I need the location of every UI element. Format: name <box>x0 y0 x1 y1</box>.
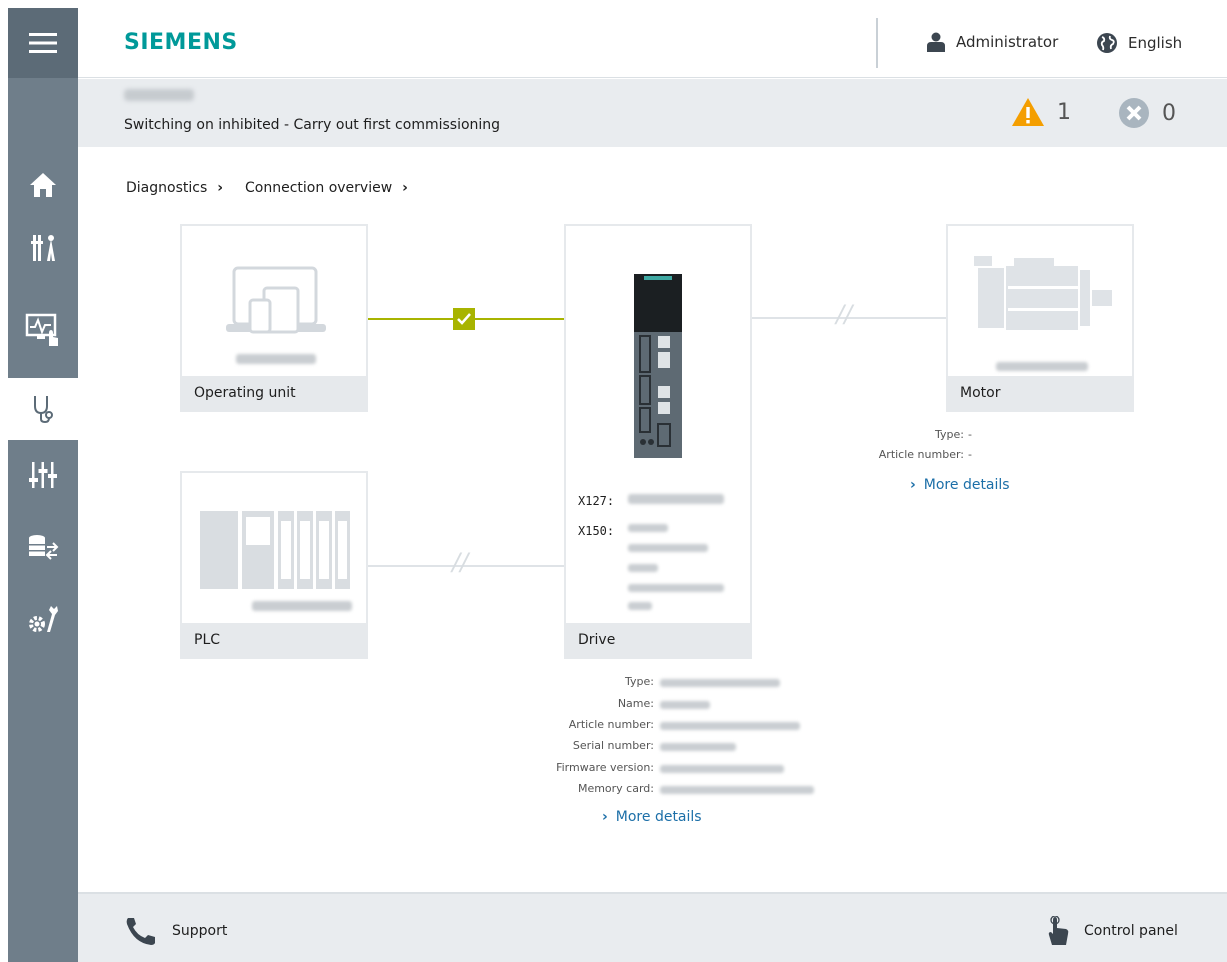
devices-icon <box>226 266 326 334</box>
motor-icon <box>974 256 1112 330</box>
x150-line-redacted <box>628 544 708 552</box>
drive-serial-label: Serial number: <box>572 739 654 752</box>
drive-serial-redacted <box>660 743 736 751</box>
x127-label: X127: <box>578 494 615 508</box>
disconnected-icon: // <box>452 548 469 576</box>
header-divider <box>876 18 878 68</box>
x150-line-redacted <box>628 564 658 572</box>
motor-name-redacted <box>996 362 1088 371</box>
plc-label: PLC <box>182 623 366 657</box>
x150-line-redacted <box>628 584 724 592</box>
plc-card[interactable]: PLC <box>180 471 368 659</box>
x150-label: X150: <box>578 524 615 538</box>
phone-icon <box>126 918 155 945</box>
chevron-right-icon: › <box>402 180 408 196</box>
sidebar-item-diagnostics[interactable] <box>8 378 78 440</box>
motor-label: Motor <box>948 376 1132 410</box>
device-name-redacted <box>124 89 194 101</box>
sidebar-item-commissioning[interactable] <box>8 217 78 279</box>
connected-check-icon <box>453 308 475 330</box>
breadcrumb: Diagnostics › Connection overview › <box>126 180 420 196</box>
drive-memory-card-label: Memory card: <box>577 782 654 795</box>
operating-unit-card[interactable]: Operating unit <box>180 224 368 412</box>
disconnected-icon: // <box>836 300 853 328</box>
user-name: Administrator <box>956 33 1059 51</box>
sidebar-item-backup[interactable] <box>8 516 78 578</box>
drive-memory-card-redacted <box>660 786 814 794</box>
drive-article-label: Article number: <box>568 718 654 731</box>
motor-card[interactable]: Motor <box>946 224 1134 412</box>
language-label: English <box>1128 34 1183 52</box>
motor-article-label: Article number: <box>878 448 964 461</box>
backup-icon <box>29 535 59 560</box>
breadcrumb-diagnostics[interactable]: Diagnostics <box>126 180 207 196</box>
drive-type-redacted <box>660 679 780 687</box>
monitor-icon <box>25 313 58 346</box>
motor-type-value: - <box>968 428 972 441</box>
warning-count: 1 <box>1057 99 1071 125</box>
x150-line-redacted <box>628 602 652 610</box>
drive-label: Drive <box>566 623 750 657</box>
x127-address-redacted <box>628 494 724 504</box>
siemens-logo: SIEMENS <box>124 30 238 55</box>
chevron-right-icon: › <box>217 180 224 196</box>
control-panel-button[interactable]: Control panel <box>1044 916 1178 946</box>
status-bar: Switching on inhibited - Carry out first… <box>78 79 1227 147</box>
control-panel-label: Control panel <box>1084 923 1178 939</box>
header: SIEMENS Administrator English <box>78 8 1227 78</box>
parameters-icon <box>29 462 57 488</box>
x150-line-redacted <box>628 524 668 532</box>
drive-name-redacted <box>660 701 710 709</box>
sidebar-item-system[interactable] <box>8 588 78 650</box>
status-message: Switching on inhibited - Carry out first… <box>124 117 501 133</box>
user-icon <box>927 32 945 52</box>
motor-more-details-link[interactable]: › More details <box>910 477 1010 493</box>
user-menu[interactable]: Administrator <box>926 32 1058 52</box>
drive-more-details-link[interactable]: › More details <box>602 809 702 825</box>
drive-type-label: Type: <box>625 675 654 688</box>
error-count: 0 <box>1162 100 1176 126</box>
operating-unit-label: Operating unit <box>182 376 366 410</box>
home-icon <box>30 173 56 197</box>
sidebar-item-home[interactable] <box>8 154 78 216</box>
hand-pointer-icon <box>1048 916 1069 945</box>
sidebar-item-parameters[interactable] <box>8 444 78 506</box>
drive-name-label: Name: <box>617 697 654 710</box>
plc-name-redacted <box>252 601 352 611</box>
more-details-label: More details <box>923 477 1010 493</box>
drive-card[interactable]: X127: X150: Drive <box>564 224 752 659</box>
sidebar-item-monitor[interactable] <box>8 299 78 361</box>
tools-icon <box>31 235 55 261</box>
hamburger-icon <box>29 33 57 53</box>
warning-counter[interactable]: 1 <box>1011 97 1071 127</box>
language-menu[interactable]: English <box>1096 32 1182 54</box>
chevron-right-icon: › <box>910 477 916 493</box>
diagnostics-icon <box>34 396 53 424</box>
support-button[interactable]: Support <box>124 916 227 946</box>
error-counter[interactable]: 0 <box>1118 97 1176 129</box>
motor-type-label: Type: <box>935 428 964 441</box>
ip-address-redacted <box>236 354 316 364</box>
footer: Support Control panel <box>78 892 1227 962</box>
drive-firmware-redacted <box>660 765 784 773</box>
breadcrumb-connection-overview[interactable]: Connection overview <box>245 180 392 196</box>
drive-firmware-label: Firmware version: <box>556 761 654 774</box>
settings-icon <box>29 606 58 632</box>
sidebar <box>8 8 78 962</box>
more-details-label: More details <box>615 809 702 825</box>
motor-article-value: - <box>968 448 972 461</box>
menu-button[interactable] <box>8 8 78 78</box>
chevron-right-icon: › <box>602 809 608 825</box>
warning-icon <box>1012 98 1044 126</box>
support-label: Support <box>172 923 228 939</box>
error-icon <box>1119 98 1149 128</box>
plc-icon <box>200 511 350 589</box>
drive-article-redacted <box>660 722 800 730</box>
app-window: SIEMENS Administrator English Switching … <box>0 0 1227 962</box>
globe-icon <box>1097 33 1117 53</box>
drive-icon <box>634 274 682 458</box>
